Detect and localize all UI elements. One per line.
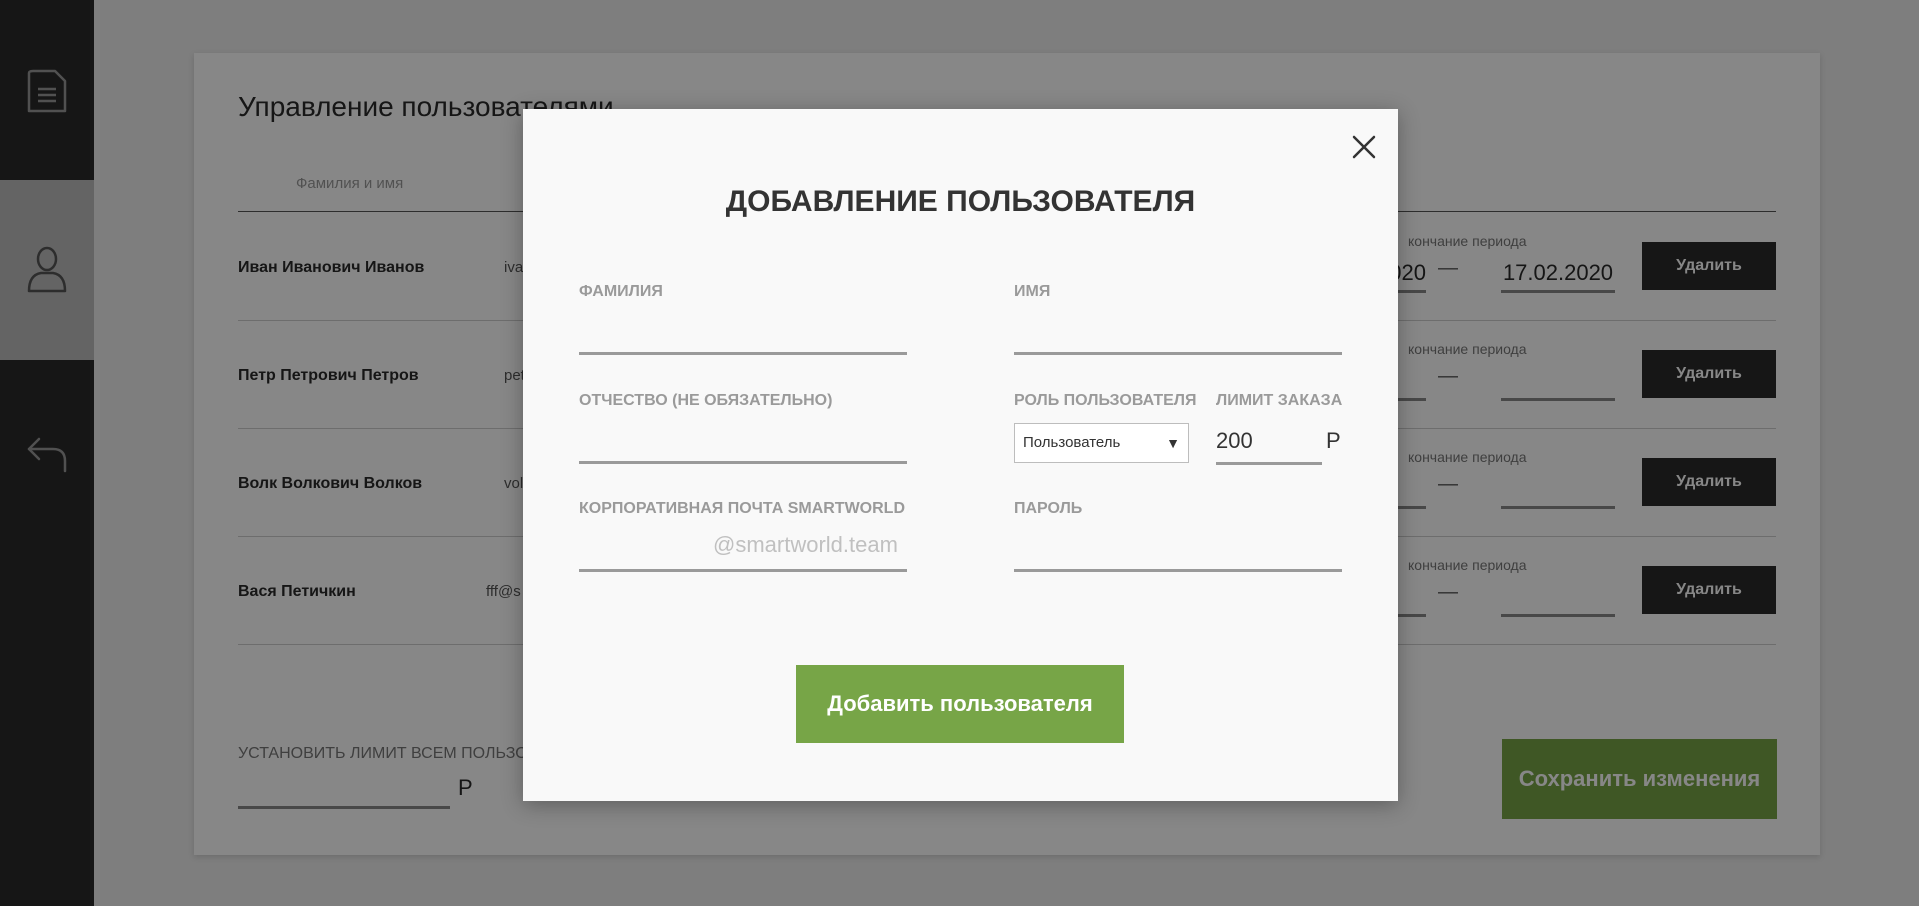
- role-label: РОЛЬ ПОЛЬЗОВАТЕЛЯ: [1014, 392, 1197, 409]
- close-icon: [1352, 135, 1376, 159]
- first-name-label: ИМЯ: [1014, 283, 1051, 300]
- password-field[interactable]: [1014, 536, 1342, 572]
- middle-name-label: ОТЧЕСТВО (НЕ ОБЯЗАТЕЛЬНО): [579, 392, 833, 409]
- first-name-input[interactable]: [1014, 319, 1342, 352]
- middle-name-field[interactable]: [579, 428, 907, 464]
- order-limit-label: ЛИМИТ ЗАКАЗА: [1216, 392, 1343, 409]
- role-select[interactable]: Пользователь ▼: [1014, 423, 1189, 463]
- last-name-label: ФАМИЛИЯ: [579, 283, 663, 300]
- order-limit-currency: Р: [1326, 428, 1341, 453]
- password-label: ПАРОЛЬ: [1014, 500, 1083, 517]
- email-domain-suffix: @smartworld.team: [713, 532, 898, 557]
- order-limit-input[interactable]: 200: [1216, 423, 1322, 465]
- close-button[interactable]: [1349, 132, 1379, 162]
- last-name-field[interactable]: [579, 319, 907, 355]
- first-name-field[interactable]: [1014, 319, 1342, 355]
- email-label: КОРПОРАТИВНАЯ ПОЧТА SMARTWORLD: [579, 500, 905, 517]
- last-name-input[interactable]: [579, 319, 907, 352]
- dropdown-arrow-icon: ▼: [1166, 435, 1180, 451]
- modal-title: ДОБАВЛЕНИЕ ПОЛЬЗОВАТЕЛЯ: [725, 185, 1196, 218]
- add-user-modal: ДОБАВЛЕНИЕ ПОЛЬЗОВАТЕЛЯ ФАМИЛИЯ ИМЯ ОТЧЕ…: [523, 109, 1398, 801]
- add-user-button[interactable]: Добавить пользователя: [796, 665, 1124, 743]
- middle-name-input[interactable]: [579, 428, 907, 461]
- password-input[interactable]: [1014, 536, 1342, 569]
- role-select-value: Пользователь: [1023, 434, 1121, 451]
